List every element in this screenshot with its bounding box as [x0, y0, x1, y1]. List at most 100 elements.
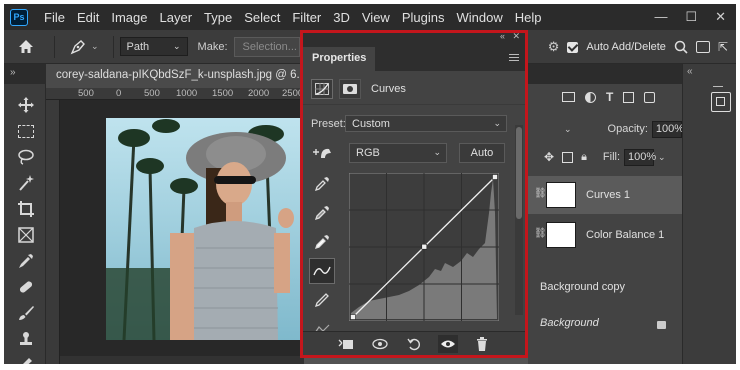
options-right-group: ⚙ Auto Add/Delete ⇱: [548, 30, 736, 64]
workspace-icon[interactable]: [695, 41, 710, 53]
tool-preset-picker[interactable]: ⌄: [61, 38, 107, 56]
maximize-button[interactable]: ☐: [685, 9, 697, 25]
collapse-dock-icon[interactable]: «: [687, 66, 693, 77]
auto-add-delete-checkbox[interactable]: [567, 41, 579, 53]
fill-value[interactable]: 100%: [624, 148, 656, 166]
edit-points-curve-icon[interactable]: [309, 258, 335, 284]
layers-footer: [528, 354, 682, 364]
divider: [54, 35, 55, 58]
home-button[interactable]: [4, 39, 48, 54]
history-brush-tool-icon[interactable]: [15, 352, 37, 364]
filter-type-icon[interactable]: T: [606, 90, 613, 104]
preset-row: Preset: Custom ⌄: [303, 115, 513, 132]
sample-white-point-eyedropper-icon[interactable]: [309, 229, 335, 255]
lasso-tool-icon[interactable]: [15, 146, 37, 168]
menu-help[interactable]: Help: [509, 10, 548, 25]
auto-add-delete-label: Auto Add/Delete: [586, 41, 666, 53]
auto-button[interactable]: Auto: [459, 143, 505, 163]
lock-fill-row: ✥ 🔒︎ Fill: 100% ⌄: [528, 146, 682, 168]
curve-control-point[interactable]: [421, 243, 428, 250]
chevron-down-icon[interactable]: ⌄: [658, 152, 666, 163]
libraries-panel-icon[interactable]: [711, 92, 731, 112]
marquee-tool-icon[interactable]: [15, 120, 37, 142]
delete-trash-icon[interactable]: [472, 335, 492, 353]
frame-tool-icon[interactable]: [15, 224, 37, 246]
layer-row-curves-1[interactable]: ⛓︎ Curves 1: [528, 176, 682, 214]
close-button[interactable]: ✕: [715, 9, 726, 25]
search-icon[interactable]: [674, 40, 688, 54]
gear-icon[interactable]: ⚙: [548, 39, 560, 55]
menu-image[interactable]: Image: [105, 10, 153, 25]
reset-icon[interactable]: [404, 335, 424, 353]
properties-scrollbar[interactable]: [515, 125, 523, 315]
curve-tools: [309, 171, 335, 345]
layer-row-background[interactable]: Background: [528, 310, 682, 336]
menu-filter[interactable]: Filter: [286, 10, 327, 25]
on-image-adjustment-icon[interactable]: [311, 144, 333, 162]
lock-position-icon[interactable]: ✥: [544, 150, 554, 164]
menu-layer[interactable]: Layer: [154, 10, 199, 25]
opacity-value[interactable]: 100%: [651, 120, 684, 138]
layer-row-color-balance-1[interactable]: ⛓︎ Color Balance 1: [528, 216, 682, 254]
share-icon[interactable]: ⇱: [718, 40, 728, 54]
filter-shape-icon[interactable]: [623, 91, 635, 103]
move-tool-icon[interactable]: [15, 94, 37, 116]
clip-to-layer-icon[interactable]: [336, 335, 356, 353]
curve-control-point[interactable]: [350, 314, 356, 320]
scrollbar-thumb[interactable]: [516, 127, 522, 219]
make-selection-button[interactable]: Selection...: [233, 36, 300, 57]
layer-row-background-copy[interactable]: Background copy: [528, 274, 682, 300]
chevron-down-icon[interactable]: ⌄: [564, 124, 572, 135]
menu-select[interactable]: Select: [238, 10, 286, 25]
layer-name: Background: [540, 317, 599, 329]
ruler-tick: 0: [116, 88, 122, 99]
menu-plugins[interactable]: Plugins: [396, 10, 451, 25]
toggle-visibility-eye-icon[interactable]: [438, 334, 458, 353]
menu-type[interactable]: Type: [198, 10, 238, 25]
menu-view[interactable]: View: [356, 10, 396, 25]
filter-smart-object-icon[interactable]: [644, 91, 656, 103]
view-previous-state-icon[interactable]: [370, 335, 390, 353]
collapse-panel-icon[interactable]: «: [500, 31, 505, 41]
stamp-tool-icon[interactable]: [15, 328, 37, 350]
draw-curve-pencil-icon[interactable]: [309, 287, 335, 313]
document-canvas[interactable]: 500 0 500 1000 1500 2000 2500: [46, 88, 304, 364]
curves-adjustment-icon[interactable]: [311, 78, 333, 99]
curves-graph[interactable]: [348, 172, 500, 322]
brush-tool-icon[interactable]: [15, 302, 37, 324]
minimize-button[interactable]: —: [654, 9, 667, 25]
layer-mask-thumbnail[interactable]: [546, 222, 576, 248]
lock-all-icon[interactable]: 🔒︎: [581, 151, 587, 164]
channel-dropdown[interactable]: RGB ⌄: [349, 143, 447, 163]
healing-brush-tool-icon[interactable]: [15, 276, 37, 298]
canvas-scrollbar[interactable]: [60, 356, 304, 364]
lock-artboard-icon[interactable]: [562, 151, 574, 163]
menu-file[interactable]: File: [38, 10, 71, 25]
menu-edit[interactable]: Edit: [71, 10, 105, 25]
menu-window[interactable]: Window: [450, 10, 508, 25]
crop-tool-icon[interactable]: [15, 198, 37, 220]
eyedropper-tool-icon[interactable]: [15, 250, 37, 272]
panel-menu-icon[interactable]: [509, 54, 519, 61]
ruler-tick: 1500: [212, 88, 234, 99]
chevron-down-icon: ⌄: [173, 41, 181, 51]
document-tab[interactable]: corey-saldana-pIKQbdSzF_k-unsplash.jpg @…: [46, 64, 304, 88]
pen-mode-select[interactable]: Path ⌄: [119, 37, 188, 56]
preset-dropdown[interactable]: Custom ⌄: [345, 115, 507, 132]
sample-gray-point-eyedropper-icon[interactable]: [309, 200, 335, 226]
layer-name: Color Balance 1: [586, 229, 665, 241]
sample-black-point-eyedropper-icon[interactable]: [309, 171, 335, 197]
menu-bar: Ps File Edit Image Layer Type Select Fil…: [4, 4, 736, 30]
filter-adjustment-icon[interactable]: [585, 91, 596, 103]
properties-tab[interactable]: Properties: [303, 47, 376, 71]
layer-mask-thumbnail[interactable]: [546, 182, 576, 208]
close-panel-icon[interactable]: ✕: [512, 31, 520, 42]
ruler-tick: 500: [144, 88, 160, 99]
expand-panels-icon[interactable]: »: [10, 67, 16, 78]
curve-control-point[interactable]: [492, 174, 498, 180]
magic-wand-tool-icon[interactable]: [15, 172, 37, 194]
filter-image-icon[interactable]: [562, 92, 575, 102]
right-dock: «: [682, 64, 736, 364]
menu-3d[interactable]: 3D: [327, 10, 356, 25]
layer-mask-icon[interactable]: [339, 78, 361, 99]
